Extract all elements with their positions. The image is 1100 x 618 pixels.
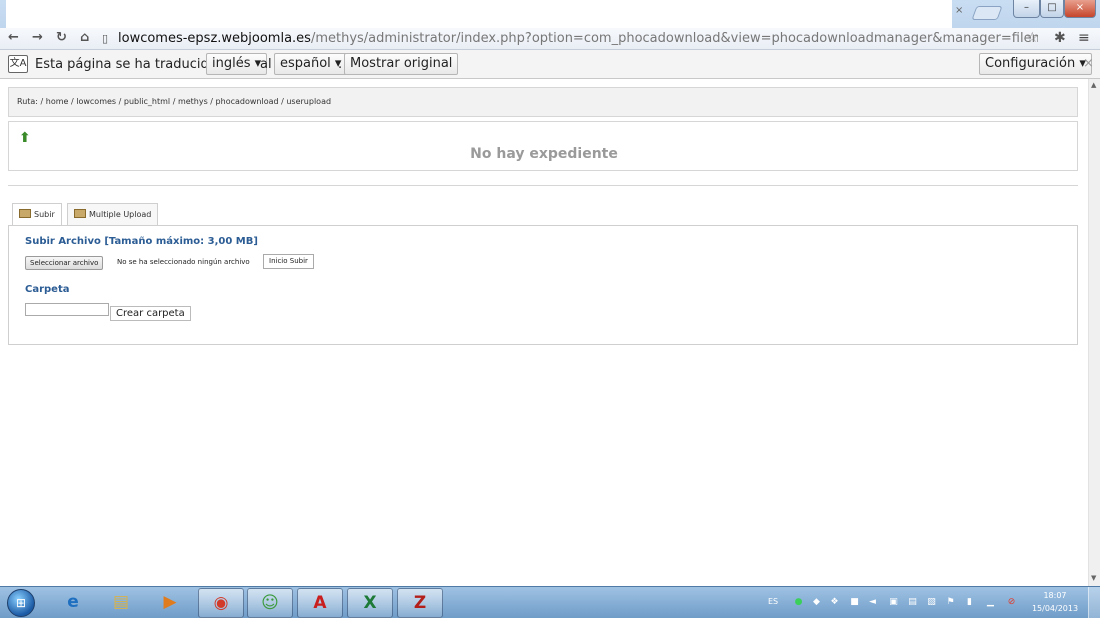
translate-bar: 文A Esta página se ha traducido del inglé… — [0, 50, 1100, 79]
back-icon[interactable]: ← — [8, 30, 19, 45]
menu-icon[interactable]: ≡ — [1078, 30, 1090, 46]
scroll-up-icon[interactable]: ▲ — [1091, 81, 1096, 89]
folder-name-input[interactable] — [25, 303, 109, 316]
divider — [8, 185, 1078, 186]
translate-settings-button[interactable]: Configuración ▾ — [979, 53, 1092, 75]
media-player-icon[interactable]: ▶ — [147, 588, 193, 618]
home-icon[interactable]: ⌂ — [80, 30, 89, 45]
forward-icon[interactable]: → — [32, 30, 43, 45]
clock-date[interactable]: 15/04/2013 — [1030, 604, 1080, 613]
choose-file-button[interactable]: Seleccionar archivo — [25, 256, 104, 270]
maximize-button[interactable]: □ — [1040, 0, 1064, 18]
scroll-down-icon[interactable]: ▼ — [1091, 574, 1096, 582]
new-tab-button[interactable] — [971, 6, 1003, 20]
display-icon[interactable]: ▣ — [888, 597, 899, 608]
internet-explorer-icon[interactable]: e — [50, 588, 96, 618]
url-input[interactable]: lowcomes-epsz.webjoomla.es/methys/admini… — [118, 31, 1038, 47]
file-explorer-icon[interactable]: ▤ — [98, 588, 144, 618]
clock-time[interactable]: 18:07 — [1030, 591, 1080, 600]
file-list: ⬆ No hay expediente — [8, 121, 1078, 171]
reload-icon[interactable]: ↻ — [56, 30, 67, 45]
page-content: Ruta: / home / lowcomes / public_html / … — [0, 79, 1088, 586]
tray-icon[interactable]: ◆ — [811, 597, 822, 608]
browser-chrome: × – □ × ← → ↻ ⌂ ▯ lowcomes-epsz.webjooml… — [0, 0, 1100, 50]
multiple-upload-icon — [74, 209, 86, 218]
breadcrumb-text: Ruta: / home / lowcomes / public_html / … — [17, 97, 332, 106]
tray-icon-2[interactable]: ▤ — [907, 597, 918, 608]
translate-dot: . — [338, 57, 343, 72]
tab-label: Multiple Upload — [89, 210, 152, 219]
chrome-icon[interactable]: ◉ — [198, 588, 244, 618]
network-icon[interactable]: ■ — [849, 597, 860, 608]
empty-message: No hay expediente — [470, 146, 618, 162]
show-desktop-button[interactable] — [1088, 587, 1100, 618]
start-button[interactable]: ⊞ — [7, 589, 35, 617]
source-language-select[interactable]: inglés ▾ — [206, 53, 268, 75]
create-folder-button[interactable]: Crear carpeta — [110, 306, 191, 321]
breadcrumb: Ruta: / home / lowcomes / public_html / … — [8, 87, 1078, 117]
adobe-reader-icon[interactable]: A — [297, 588, 343, 618]
taskbar: ⊞ e ▤ ▶ ◉ ☺ A X Z ES ● ◆ ❖ ■ ◄ ▣ ▤ ▧ ⚑ ▮… — [0, 586, 1100, 618]
page-icon: ▯ — [102, 32, 109, 45]
close-window-button[interactable]: × — [1064, 0, 1096, 18]
folder-up-icon[interactable]: ⬆ — [19, 130, 31, 146]
signal-icon[interactable]: ▁ — [985, 597, 996, 608]
upload-title: Subir Archivo [Tamaño máximo: 3,00 MB] — [25, 236, 258, 247]
battery-icon[interactable]: ▮ — [964, 597, 975, 608]
update-icon[interactable]: ● — [793, 597, 804, 608]
tab-multiple-upload[interactable]: Multiple Upload — [67, 203, 159, 226]
file-status: No se ha seleccionado ningún archivo — [117, 258, 250, 266]
messenger-icon[interactable]: ☺ — [247, 588, 293, 618]
translate-icon: 文A — [8, 55, 28, 73]
language-indicator[interactable]: ES — [768, 597, 778, 606]
extension-icon[interactable]: ✱ — [1054, 30, 1066, 46]
folder-title: Carpeta — [25, 284, 70, 295]
tray-icon-3[interactable]: ▧ — [926, 597, 937, 608]
show-original-button[interactable]: Mostrar original — [344, 53, 459, 75]
upload-icon — [19, 209, 31, 218]
flag-icon[interactable]: ⚑ — [945, 597, 956, 608]
upload-panel: Subir Archivo [Tamaño máximo: 3,00 MB] S… — [8, 225, 1078, 345]
target-language-select[interactable]: español ▾ — [274, 53, 348, 75]
excel-icon[interactable]: X — [347, 588, 393, 618]
tab-subir[interactable]: Subir — [12, 203, 62, 226]
blocked-icon[interactable]: ⊘ — [1006, 597, 1017, 608]
volume-icon[interactable]: ◄ — [867, 597, 878, 608]
redacted-tab-strip — [6, 0, 952, 30]
start-upload-button[interactable]: Inicio Subir — [263, 254, 314, 269]
dropbox-icon[interactable]: ❖ — [829, 597, 840, 608]
tab-close-icon[interactable]: × — [955, 5, 963, 16]
close-icon[interactable]: × — [1083, 56, 1094, 71]
filezilla-icon[interactable]: Z — [397, 588, 443, 618]
tab-label: Subir — [34, 210, 55, 219]
minimize-button[interactable]: – — [1013, 0, 1040, 18]
translate-to-text: al — [260, 57, 272, 72]
scrollbar[interactable]: ▲ ▼ — [1088, 79, 1100, 586]
star-icon[interactable]: ☆ — [1026, 30, 1039, 46]
address-bar-row: ← → ↻ ⌂ ▯ lowcomes-epsz.webjoomla.es/met… — [0, 28, 1100, 50]
